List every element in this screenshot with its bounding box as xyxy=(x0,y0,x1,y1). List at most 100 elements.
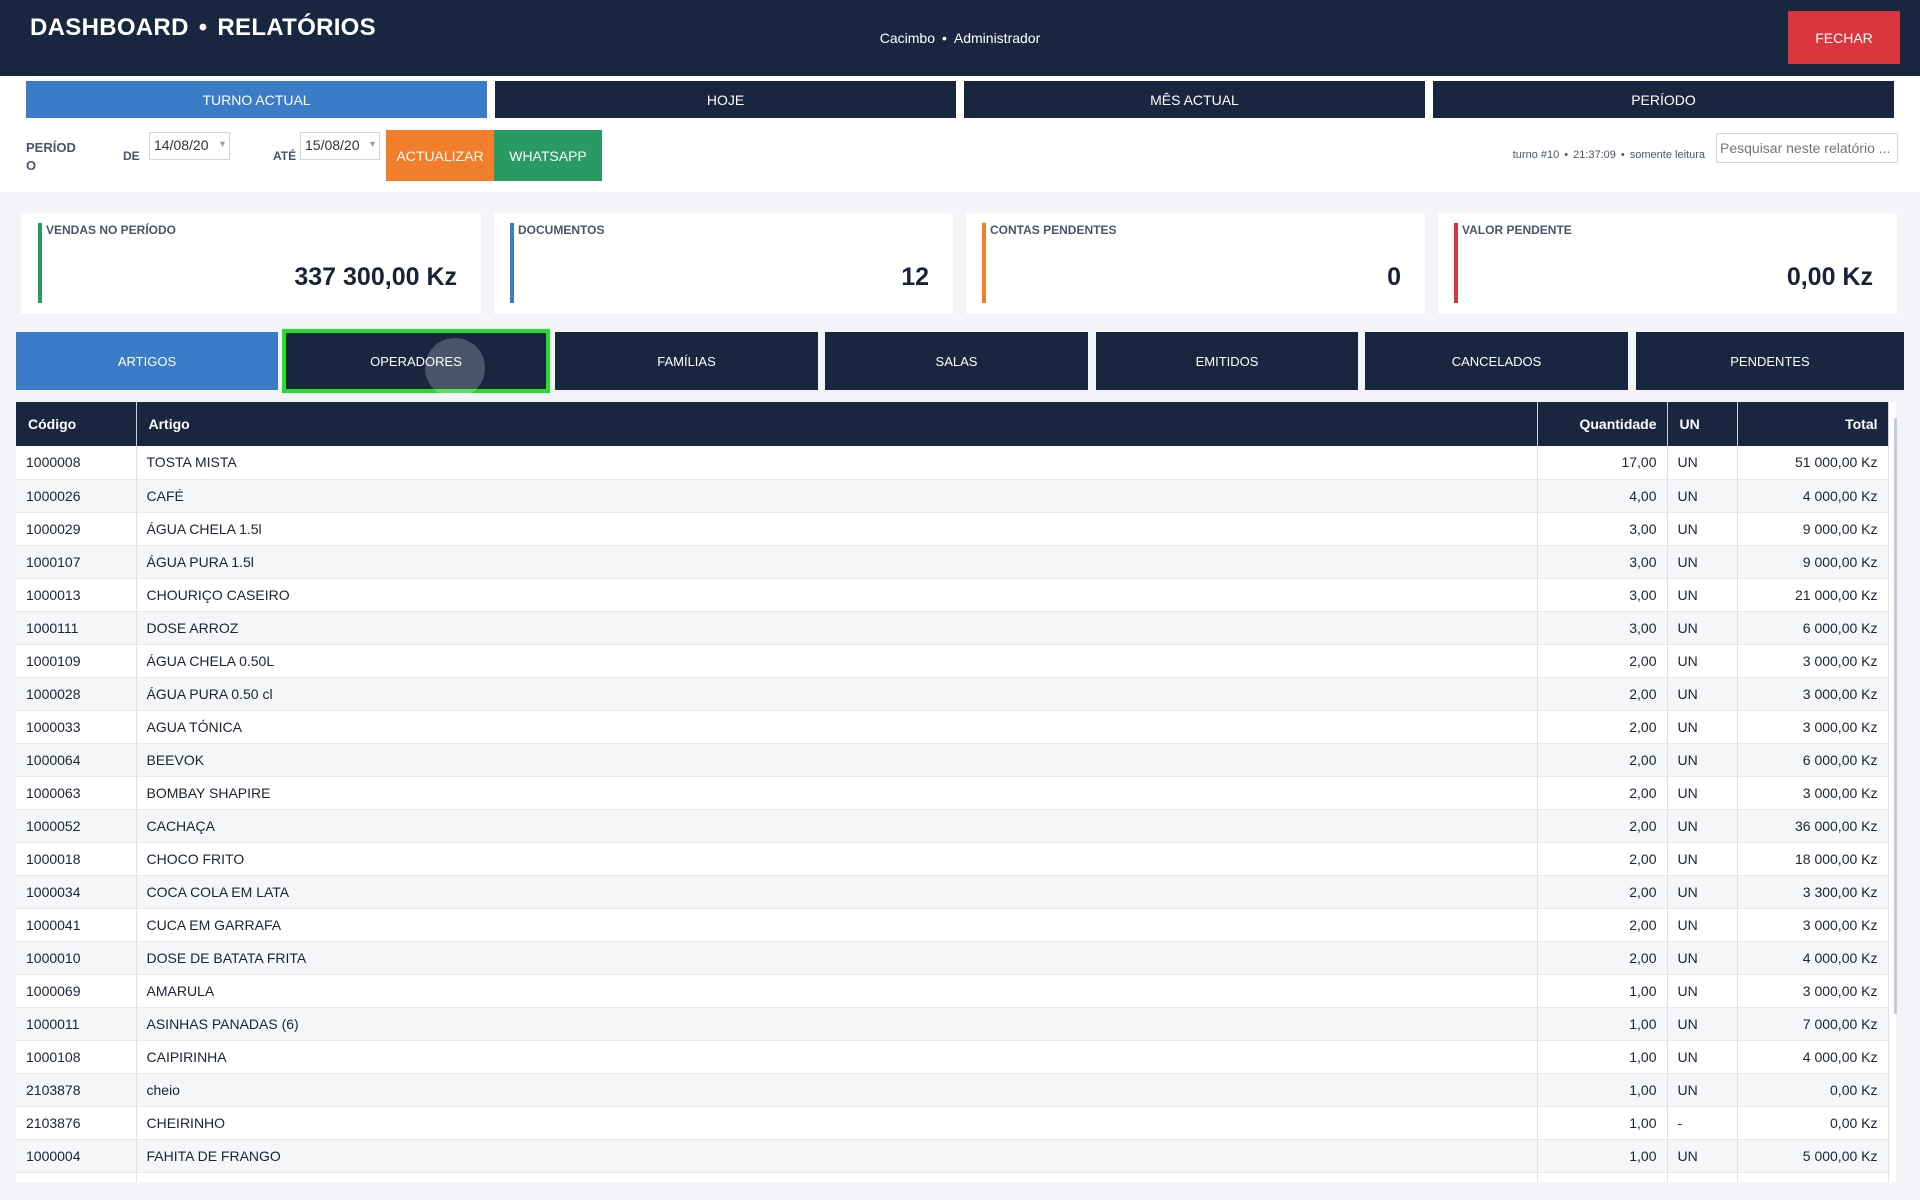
shift-info: turno #10 • 21:37:09 • somente leitura xyxy=(1512,149,1705,161)
cell-total: 7 000,00 Kz xyxy=(1737,1007,1889,1041)
cell-unit: UN xyxy=(1667,512,1738,546)
cell-unit: UN xyxy=(1667,479,1738,513)
tab-current-shift[interactable]: TURNO ACTUAL xyxy=(26,81,487,118)
user-role: Administrador xyxy=(953,30,1041,46)
cell-quantity: 3,00 xyxy=(1537,512,1668,546)
kpi-value: 0,00 Kz xyxy=(1786,263,1873,291)
cell-total: 3 000,00 Kz xyxy=(1737,974,1889,1008)
tab-issued[interactable]: EMITIDOS xyxy=(1096,332,1358,390)
table-row[interactable]: 1000041 CUCA EM GARRAFA 2,00 UN 3 000,00 Kz xyxy=(16,908,1889,942)
cell-code: 1000107 xyxy=(16,545,137,579)
shift-time: 21:37:09 xyxy=(1573,149,1616,161)
kpi-card-documents: DOCUMENTOS 12 xyxy=(494,213,953,314)
cell-total: 9 000,00 Kz xyxy=(1737,545,1889,579)
table-row[interactable]: 1000069 AMARULA 1,00 UN 3 000,00 Kz xyxy=(16,974,1889,1008)
col-header-unit[interactable]: UN xyxy=(1667,402,1738,446)
update-button[interactable]: ACTUALIZAR xyxy=(386,130,494,181)
cell-article xyxy=(136,1172,1538,1182)
table-row[interactable] xyxy=(16,1172,1889,1182)
cell-total: 4 000,00 Kz xyxy=(1737,941,1889,975)
table-row[interactable]: 2103878 cheio 1,00 UN 0,00 Kz xyxy=(16,1073,1889,1107)
table-row[interactable]: 1000109 ÁGUA CHELA 0.50L 2,00 UN 3 000,00 Kz xyxy=(16,644,1889,678)
col-header-total[interactable]: Total xyxy=(1737,402,1889,446)
kpi-accent-bar xyxy=(510,223,514,303)
cell-quantity: 2,00 xyxy=(1537,908,1668,942)
cell-total: 5 000,00 Kz xyxy=(1737,1139,1889,1173)
col-header-code[interactable]: Código xyxy=(16,402,137,446)
tab-current-month[interactable]: MÊS ACTUAL xyxy=(964,81,1425,118)
table-row[interactable]: 2103876 CHEIRINHO 1,00-0,00 Kz xyxy=(16,1106,1889,1140)
cell-article: ÁGUA PURA 1.5l xyxy=(136,545,1538,579)
cell-quantity xyxy=(1537,1172,1668,1182)
cell-code: 1000069 xyxy=(16,974,137,1008)
cell-code: 1000018 xyxy=(16,842,137,876)
cell-quantity: 2,00 xyxy=(1537,776,1668,810)
table-row[interactable]: 1000004 FAHITA DE FRANGO 1,00 UN 5 000,00 Kz xyxy=(16,1139,1889,1173)
table-row[interactable]: 1000011 ASINHAS PANADAS (6) 1,00 UN 7 000,00… xyxy=(16,1007,1889,1041)
table-row[interactable]: 1000111 DOSE ARROZ 3,00 UN 6 000,00 Kz xyxy=(16,611,1889,645)
table-row[interactable]: 1000064 BEEVOK 2,00 UN 6 000,00 Kz xyxy=(16,743,1889,777)
close-button[interactable]: FECHAR xyxy=(1788,11,1900,64)
cell-article: CHOCO FRITO xyxy=(136,842,1538,876)
table-row[interactable]: 1000108 CAIPIRINHA 1,00 UN 4 000,00 Kz xyxy=(16,1040,1889,1074)
tab-cancelled[interactable]: CANCELADOS xyxy=(1365,332,1628,390)
cell-quantity: 1,00 xyxy=(1537,1040,1668,1074)
table-row[interactable]: 1000107 ÁGUA PURA 1.5l 3,00 UN 9 000,00 Kz xyxy=(16,545,1889,579)
cell-code: 1000004 xyxy=(16,1139,137,1173)
cell-article: AGUA TÓNICA xyxy=(136,710,1538,744)
cell-code: 1000041 xyxy=(16,908,137,942)
table-row[interactable]: 1000008 TOSTA MISTA 17,00 UN 51 000,00 Kz xyxy=(16,446,1889,480)
tab-rooms[interactable]: SALAS xyxy=(825,332,1088,390)
cell-quantity: 1,00 xyxy=(1537,1106,1668,1140)
from-date-input[interactable]: 14/08/20 ▾ xyxy=(149,132,230,160)
cell-code: 1000011 xyxy=(16,1007,137,1041)
tab-articles[interactable]: ARTIGOS xyxy=(16,332,278,390)
cell-quantity: 2,00 xyxy=(1537,677,1668,711)
table-row[interactable]: 1000018 CHOCO FRITO 2,00 UN 18 000,00 Kz xyxy=(16,842,1889,876)
cell-quantity: 3,00 xyxy=(1537,611,1668,645)
cell-code: 1000064 xyxy=(16,743,137,777)
col-header-article[interactable]: Artigo xyxy=(136,402,1538,446)
table-row[interactable]: 1000052 CACHAÇA 2,00 UN 36 000,00 Kz xyxy=(16,809,1889,843)
cell-total: 6 000,00 Kz xyxy=(1737,611,1889,645)
cell-unit: UN xyxy=(1667,1007,1738,1041)
cell-unit: UN xyxy=(1667,908,1738,942)
cell-unit: UN xyxy=(1667,941,1738,975)
cell-unit: UN xyxy=(1667,743,1738,777)
cell-quantity: 1,00 xyxy=(1537,1073,1668,1107)
from-date-value: 14/08/20 xyxy=(154,137,209,153)
from-label: DE xyxy=(123,149,140,163)
table-row[interactable]: 1000010 DOSE DE BATATA FRITA 2,00 UN 4 000,0… xyxy=(16,941,1889,975)
cell-quantity: 2,00 xyxy=(1537,875,1668,909)
tab-pending[interactable]: PENDENTES xyxy=(1636,332,1904,390)
tab-period[interactable]: PERÍODO xyxy=(1433,81,1894,118)
table-row[interactable]: 1000034 COCA COLA EM LATA 2,00 UN 3 300,00 K… xyxy=(16,875,1889,909)
report-table-container: Código Artigo Quantidade UN Total 100000… xyxy=(16,402,1896,1182)
search-input[interactable] xyxy=(1716,133,1898,163)
cell-unit: UN xyxy=(1667,644,1738,678)
to-date-input[interactable]: 15/08/20 ▾ xyxy=(300,132,380,160)
cell-code: 1000109 xyxy=(16,644,137,678)
table-row[interactable]: 1000028 ÁGUA PURA 0.50 cl 2,00 UN 3 000,00 K… xyxy=(16,677,1889,711)
tab-today[interactable]: HOJE xyxy=(495,81,956,118)
user-info: Cacimbo • Administrador xyxy=(0,30,1920,46)
to-label: ATÉ xyxy=(273,149,297,163)
cell-article: ÁGUA CHELA 1.5l xyxy=(136,512,1538,546)
chevron-down-icon: ▾ xyxy=(219,139,225,150)
cell-unit: UN xyxy=(1667,677,1738,711)
col-header-quantity[interactable]: Quantidade xyxy=(1537,402,1668,446)
table-row[interactable]: 1000063 BOMBAY SHAPIRE 2,00 UN 3 000,00 Kz xyxy=(16,776,1889,810)
cell-code: 1000026 xyxy=(16,479,137,513)
table-row[interactable]: 1000013 CHOURIÇO CASEIRO 3,00 UN 21 000,00 K… xyxy=(16,578,1889,612)
table-row[interactable]: 1000033 AGUA TÓNICA 2,00 UN 3 000,00 Kz xyxy=(16,710,1889,744)
whatsapp-button[interactable]: WHATSAPP xyxy=(494,130,602,181)
tab-families[interactable]: FAMÍLIAS xyxy=(555,332,818,390)
tab-operators[interactable]: OPERADORES xyxy=(282,329,550,393)
table-scrollbar[interactable] xyxy=(1894,418,1897,1014)
kpi-accent-bar xyxy=(982,223,986,303)
kpi-card-sales: VENDAS NO PERÍODO 337 300,00 Kz xyxy=(21,213,481,314)
kpi-label: VENDAS NO PERÍODO xyxy=(46,223,177,237)
cell-unit: UN xyxy=(1667,545,1738,579)
table-row[interactable]: 1000026 CAFÉ 4,00 UN 4 000,00 Kz xyxy=(16,479,1889,513)
table-row[interactable]: 1000029 ÁGUA CHELA 1.5l 3,00 UN 9 000,00 Kz xyxy=(16,512,1889,546)
